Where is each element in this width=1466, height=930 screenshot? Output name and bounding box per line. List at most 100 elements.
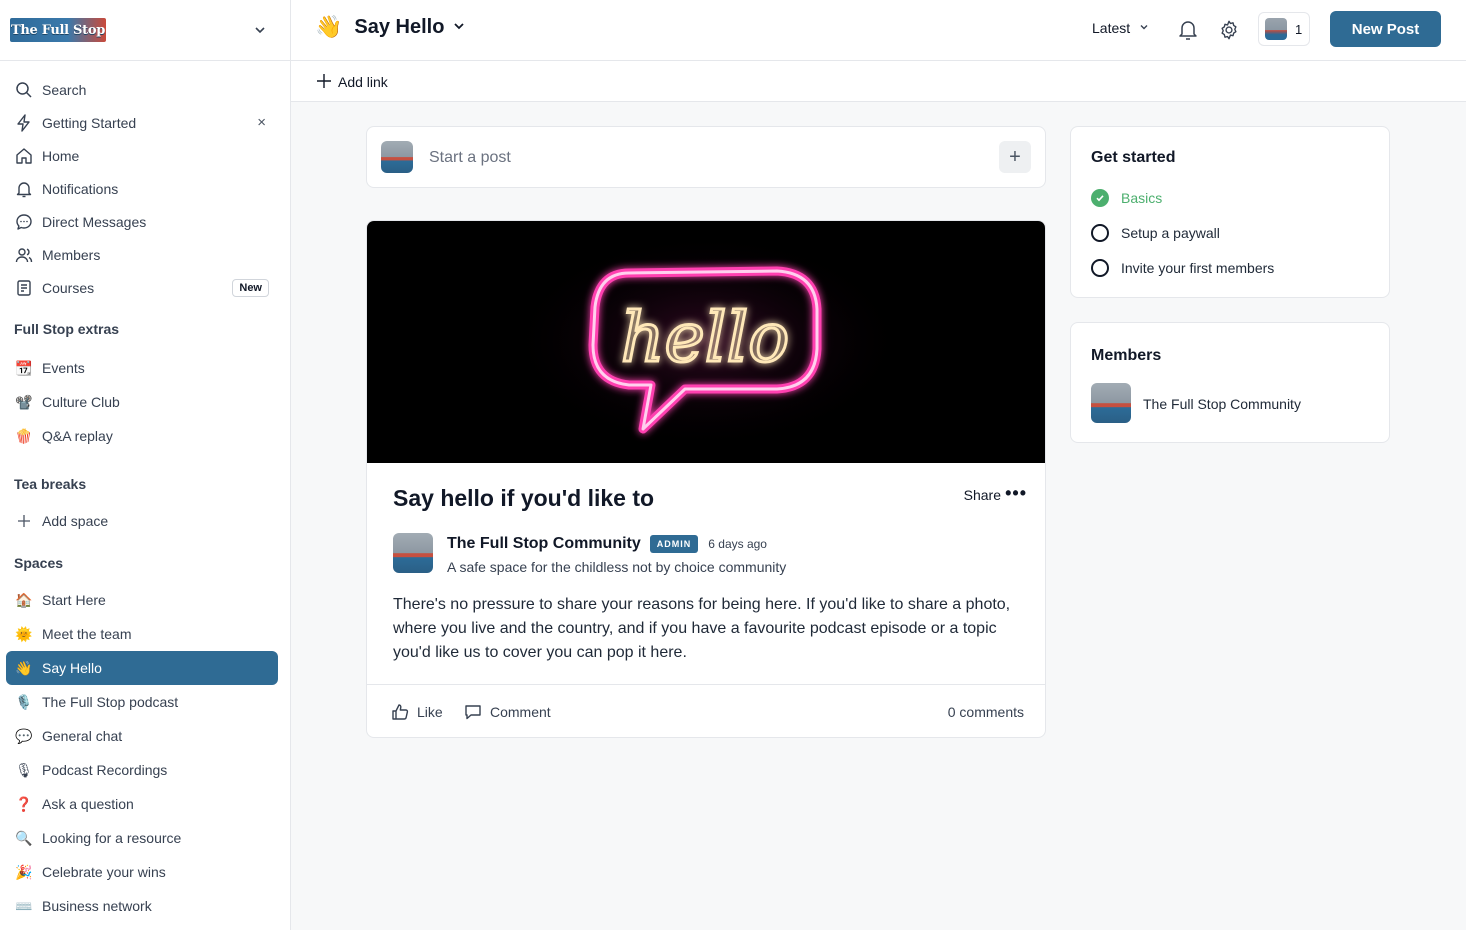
speech-bubble-icon: 💬 (15, 727, 33, 744)
sort-dropdown[interactable]: Latest (1092, 20, 1150, 36)
sidebar-item-label: The Full Stop podcast (42, 694, 179, 710)
section-title-tea-breaks[interactable]: Tea breaks (0, 474, 290, 494)
section-title-extras[interactable]: Full Stop extras (0, 319, 290, 339)
add-space-button[interactable]: Add space (0, 504, 290, 537)
sidebar-item-podcast-recordings[interactable]: 🎙 Podcast Recordings (0, 753, 290, 787)
user-menu[interactable]: 1 (1258, 12, 1310, 46)
thumbs-up-icon (392, 704, 409, 720)
chevron-down-icon (452, 16, 466, 39)
more-options-icon[interactable]: ••• (1005, 483, 1027, 504)
section-title-spaces[interactable]: Spaces (0, 553, 290, 573)
chat-icon (14, 212, 34, 232)
comment-button[interactable]: Comment (464, 703, 551, 721)
new-badge: New (232, 278, 269, 297)
add-link-button[interactable]: Add link (317, 72, 388, 92)
sidebar-item-label: Search (42, 81, 87, 98)
sidebar-item-start-here[interactable]: 🏠 Start Here (0, 583, 290, 617)
sidebar-item-direct-messages[interactable]: Direct Messages (0, 205, 290, 238)
sidebar-item-podcast[interactable]: 🎙️ The Full Stop podcast (0, 685, 290, 719)
sidebar-item-events[interactable]: 📆 Events (0, 351, 290, 385)
sidebar-item-label: Podcast Recordings (42, 762, 168, 778)
avatar[interactable] (1091, 383, 1131, 423)
bolt-icon (14, 113, 34, 133)
sidebar-item-label: Start Here (42, 592, 106, 608)
bell-icon[interactable] (1178, 19, 1198, 46)
post-card: hello Say hello if you'd like to Share •… (366, 220, 1046, 738)
avatar[interactable] (393, 533, 433, 573)
calendar-icon: 📆 (15, 359, 33, 376)
top-bar: 👋 Say Hello Latest 1 New Post (291, 0, 1466, 61)
like-label: Like (417, 704, 443, 720)
gear-icon[interactable] (1218, 19, 1240, 46)
post-cover-image[interactable]: hello (367, 221, 1045, 463)
post-body: There's no pressure to share your reason… (393, 596, 1011, 661)
search-icon (14, 80, 34, 100)
avatar (1265, 18, 1287, 40)
sidebar-item-label: Celebrate your wins (42, 864, 166, 880)
sidebar-item-search[interactable]: Search (0, 73, 290, 106)
neon-text: hello (621, 299, 789, 378)
sidebar-item-courses[interactable]: Courses New (0, 271, 290, 304)
main-nav: Search Getting Started × Home Notificati… (0, 61, 290, 304)
add-link-label: Add link (338, 74, 388, 90)
post-timestamp[interactable]: 6 days ago (708, 537, 767, 551)
avatar (381, 141, 413, 173)
post-composer[interactable]: Start a post + (366, 126, 1046, 188)
like-button[interactable]: Like (391, 703, 443, 721)
checklist-item-basics[interactable]: Basics (1091, 189, 1162, 207)
question-mark-icon: ❓ (15, 795, 33, 812)
sidebar-item-label: Business network (42, 898, 152, 914)
post-title[interactable]: Say hello if you'd like to (393, 485, 654, 512)
sidebar-item-business-network[interactable]: ⌨️ Business network (0, 889, 290, 923)
author-name[interactable]: The Full Stop Community (447, 535, 641, 553)
members-title: Members (1091, 347, 1162, 364)
checklist-label: Invite your first members (1121, 260, 1275, 276)
sidebar-item-celebrate-wins[interactable]: 🎉 Celebrate your wins (0, 855, 290, 889)
sidebar-item-label: Members (42, 246, 101, 263)
sidebar-item-getting-started[interactable]: Getting Started × (0, 106, 290, 139)
comment-icon (465, 705, 481, 720)
member-name[interactable]: The Full Stop Community (1143, 396, 1301, 412)
space-title[interactable]: 👋 Say Hello (315, 14, 466, 40)
comments-count[interactable]: 0 comments (948, 704, 1024, 720)
bell-icon (14, 179, 34, 199)
sidebar-item-label: Culture Club (42, 394, 120, 410)
user-count: 1 (1295, 21, 1303, 37)
sidebar-item-label: Looking for a resource (42, 830, 182, 846)
sidebar-item-ask-a-question[interactable]: ❓ Ask a question (0, 787, 290, 821)
sidebar-item-general-chat[interactable]: 💬 General chat (0, 719, 290, 753)
sidebar-item-label: Meet the team (42, 626, 132, 642)
sidebar-header: The Full Stop (0, 0, 290, 61)
share-button[interactable]: Share (964, 487, 1001, 503)
sidebar-item-notifications[interactable]: Notifications (0, 172, 290, 205)
sidebar-item-home[interactable]: Home (0, 139, 290, 172)
sidebar-item-looking-for-resource[interactable]: 🔍 Looking for a resource (0, 821, 290, 855)
sidebar-item-label: Direct Messages (42, 213, 147, 230)
sidebar-item-members[interactable]: Members (0, 238, 290, 271)
sidebar-item-label: General chat (42, 728, 123, 744)
microphone-icon: 🎙 (15, 761, 33, 778)
checklist-item-paywall[interactable]: Setup a paywall (1091, 224, 1220, 242)
sidebar-item-qa-replay[interactable]: 🍿 Q&A replay (0, 419, 290, 453)
sidebar-item-label: Getting Started (42, 114, 137, 131)
sidebar-item-meet-the-team[interactable]: 🌞 Meet the team (0, 617, 290, 651)
add-post-button[interactable]: + (999, 141, 1031, 173)
plus-icon (317, 72, 331, 92)
sidebar-item-say-hello[interactable]: 👋 Say Hello (6, 651, 278, 685)
admin-badge: ADMIN (649, 535, 699, 553)
sidebar-item-label: Ask a question (42, 796, 134, 812)
film-projector-icon: 📽️ (15, 393, 33, 410)
waving-hand-icon: 👋 (15, 659, 33, 676)
sort-label: Latest (1092, 20, 1131, 36)
community-logo[interactable]: The Full Stop (10, 18, 106, 42)
check-circle-icon (1091, 189, 1109, 207)
composer-placeholder[interactable]: Start a post (429, 149, 511, 167)
sidebar-item-culture-club[interactable]: 📽️ Culture Club (0, 385, 290, 419)
neon-hello-sign: hello (507, 231, 907, 451)
new-post-button[interactable]: New Post (1330, 11, 1441, 47)
plus-icon (14, 511, 34, 531)
checklist-item-invite[interactable]: Invite your first members (1091, 259, 1274, 277)
chevron-down-icon[interactable] (250, 20, 270, 40)
close-icon[interactable]: × (257, 114, 266, 131)
post-author-row: The Full Stop Community ADMIN 6 days ago (447, 535, 767, 553)
